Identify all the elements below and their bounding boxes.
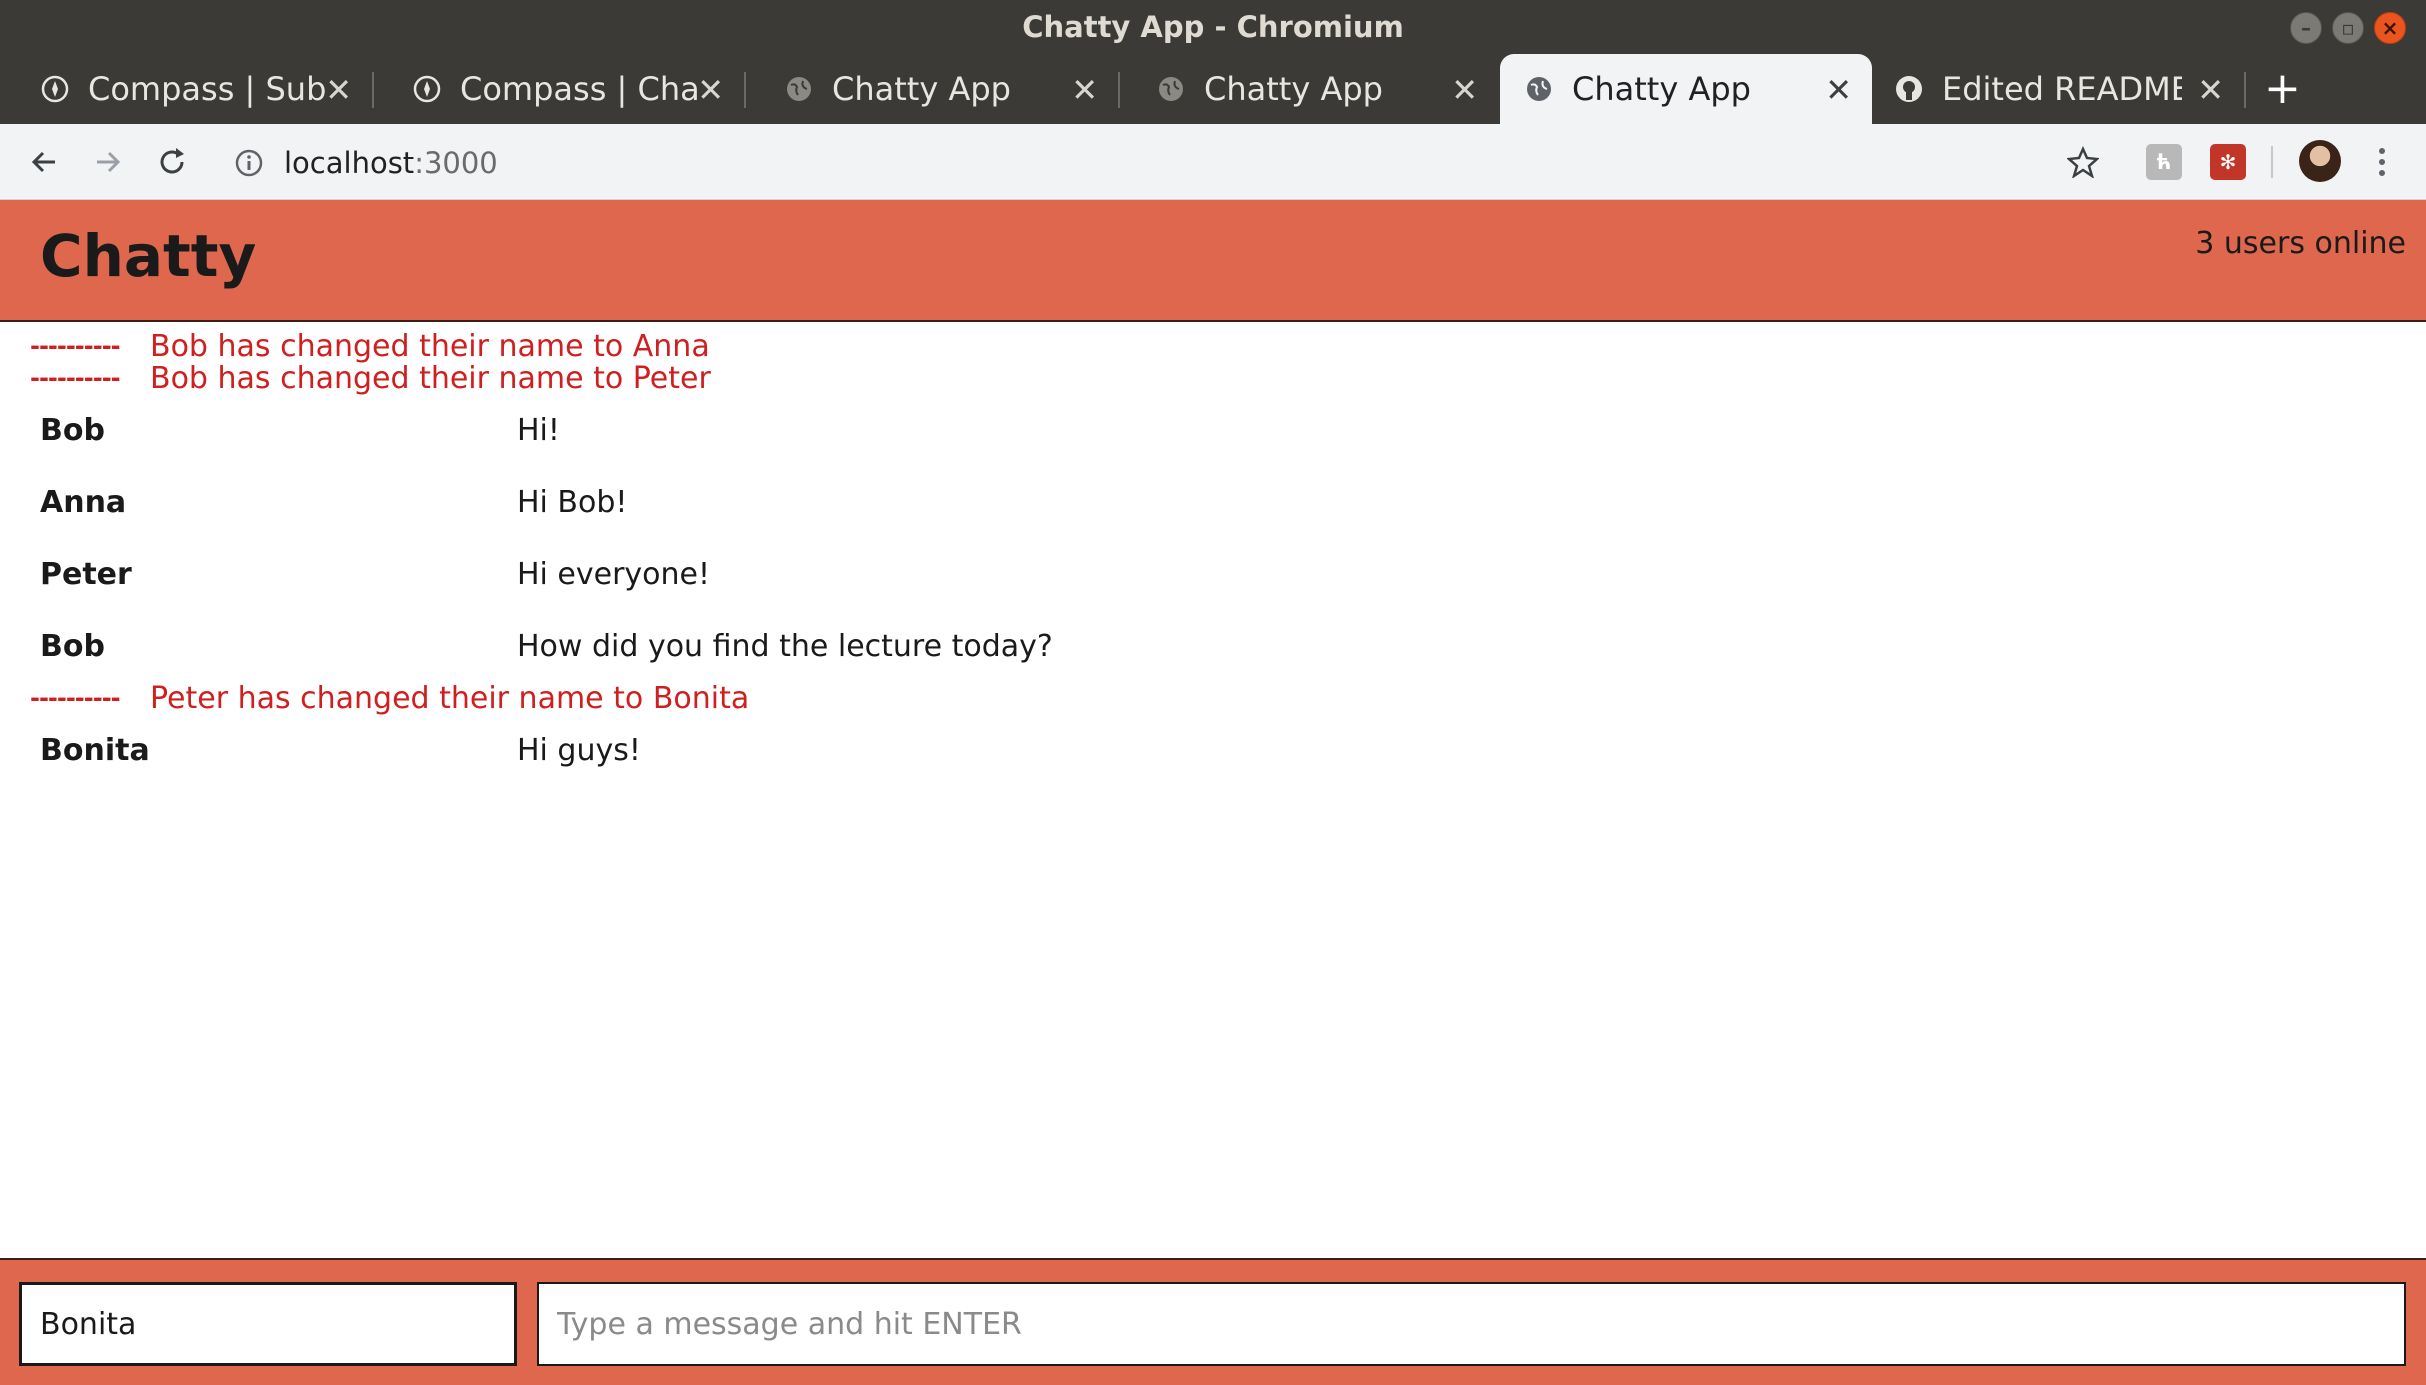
toolbar-divider xyxy=(2271,146,2273,178)
message-content: How did you find the lecture today? xyxy=(517,628,1053,664)
close-icon[interactable]: ✕ xyxy=(1071,71,1098,109)
url-port: :3000 xyxy=(414,146,498,180)
message-username: Bob xyxy=(40,412,105,448)
notification-text: Bob has changed their name to Anna xyxy=(150,328,710,364)
tab-github-readme[interactable]: Edited README.m ✕ xyxy=(1874,54,2246,124)
notification-dashes: ---------- xyxy=(30,364,121,392)
globe-icon xyxy=(1524,74,1554,104)
tab-title: Chatty App xyxy=(832,70,1011,108)
tab-chatty-app-active[interactable]: Chatty App ✕ xyxy=(1500,54,1872,124)
tab-chatty-app-2[interactable]: Chatty App ✕ xyxy=(1120,54,1498,124)
star-icon xyxy=(2067,146,2099,178)
users-online-count: 3 users online xyxy=(2195,226,2406,261)
tab-chatty-app-1[interactable]: Chatty App ✕ xyxy=(746,54,1120,124)
maximize-button[interactable]: ▫ xyxy=(2332,12,2364,44)
chat-message: Peter Hi everyone! xyxy=(0,538,2426,610)
browser-toolbar: localhost:3000 ћ ✻ xyxy=(0,124,2426,200)
chat-message: Bob Hi! xyxy=(0,394,2426,466)
tab-divider xyxy=(2244,72,2246,108)
react-devtools-icon[interactable]: ✻ xyxy=(2210,144,2246,180)
browser-menu-button[interactable] xyxy=(2370,138,2394,186)
window-titlebar: Chatty App - Chromium – ▫ × xyxy=(0,0,2426,54)
username-input[interactable] xyxy=(19,1282,517,1366)
system-notification: ---------- Bob has changed their name to… xyxy=(0,360,2426,396)
chat-message: Bob How did you find the lecture today? xyxy=(0,610,2426,682)
app-title: Chatty xyxy=(40,222,257,290)
tab-title: Edited README.m xyxy=(1942,70,2182,108)
address-bar[interactable]: localhost:3000 xyxy=(224,138,2054,188)
message-username: Bonita xyxy=(40,732,150,768)
message-content: Hi guys! xyxy=(517,732,641,768)
extension-icon[interactable]: ћ xyxy=(2146,144,2182,180)
tab-strip: Compass | Submit ✕ Compass | Chatty ✕ Ch… xyxy=(0,54,2426,124)
compass-icon xyxy=(40,74,70,104)
tab-compass-submit[interactable]: Compass | Submit ✕ xyxy=(0,54,374,124)
arrow-right-icon xyxy=(97,151,121,173)
app-navbar: Chatty 3 users online xyxy=(0,200,2426,322)
globe-icon xyxy=(1156,74,1186,104)
window-title: Chatty App - Chromium xyxy=(1022,10,1404,44)
message-input[interactable] xyxy=(537,1282,2406,1366)
chatbar xyxy=(0,1258,2426,1385)
notification-text: Bob has changed their name to Peter xyxy=(150,360,711,396)
tab-title: Chatty App xyxy=(1204,70,1383,108)
new-tab-button[interactable]: + xyxy=(2264,54,2301,124)
message-username: Bob xyxy=(40,628,105,664)
forward-button[interactable] xyxy=(84,138,132,186)
compass-icon xyxy=(412,74,442,104)
bookmark-button[interactable] xyxy=(2059,138,2107,186)
message-content: Hi! xyxy=(517,412,560,448)
chat-message: Bonita Hi guys! xyxy=(0,714,2426,786)
message-list: ---------- Bob has changed their name to… xyxy=(0,328,2426,786)
minimize-button[interactable]: – xyxy=(2290,12,2322,44)
message-username: Peter xyxy=(40,556,132,592)
github-icon xyxy=(1894,74,1924,104)
system-notification: ---------- Bob has changed their name to… xyxy=(0,328,2426,364)
globe-icon xyxy=(784,74,814,104)
profile-avatar[interactable] xyxy=(2299,140,2341,182)
arrow-left-icon xyxy=(31,151,55,173)
close-icon[interactable]: ✕ xyxy=(697,71,724,109)
url-host: localhost xyxy=(284,146,415,180)
close-window-button[interactable]: × xyxy=(2374,12,2406,44)
tab-title: Compass | Submit xyxy=(88,70,328,108)
reload-button[interactable] xyxy=(148,138,196,186)
notification-text: Peter has changed their name to Bonita xyxy=(150,680,750,716)
notification-dashes: ---------- xyxy=(30,684,121,712)
info-icon[interactable] xyxy=(234,148,264,178)
close-icon[interactable]: ✕ xyxy=(1825,71,1852,109)
close-icon[interactable]: ✕ xyxy=(1451,71,1478,109)
chat-message: Anna Hi Bob! xyxy=(0,466,2426,538)
window-controls: – ▫ × xyxy=(2290,12,2406,44)
tab-compass-chatty[interactable]: Compass | Chatty ✕ xyxy=(374,54,746,124)
message-username: Anna xyxy=(40,484,127,520)
tab-title: Chatty App xyxy=(1572,70,1751,108)
close-icon[interactable]: ✕ xyxy=(2197,71,2224,109)
close-icon[interactable]: ✕ xyxy=(325,71,352,109)
message-content: Hi everyone! xyxy=(517,556,711,592)
tab-title: Compass | Chatty xyxy=(460,70,700,108)
notification-dashes: ---------- xyxy=(30,332,121,360)
back-button[interactable] xyxy=(20,138,68,186)
system-notification: ---------- Peter has changed their name … xyxy=(0,680,2426,716)
reload-icon xyxy=(160,148,184,174)
message-content: Hi Bob! xyxy=(517,484,628,520)
